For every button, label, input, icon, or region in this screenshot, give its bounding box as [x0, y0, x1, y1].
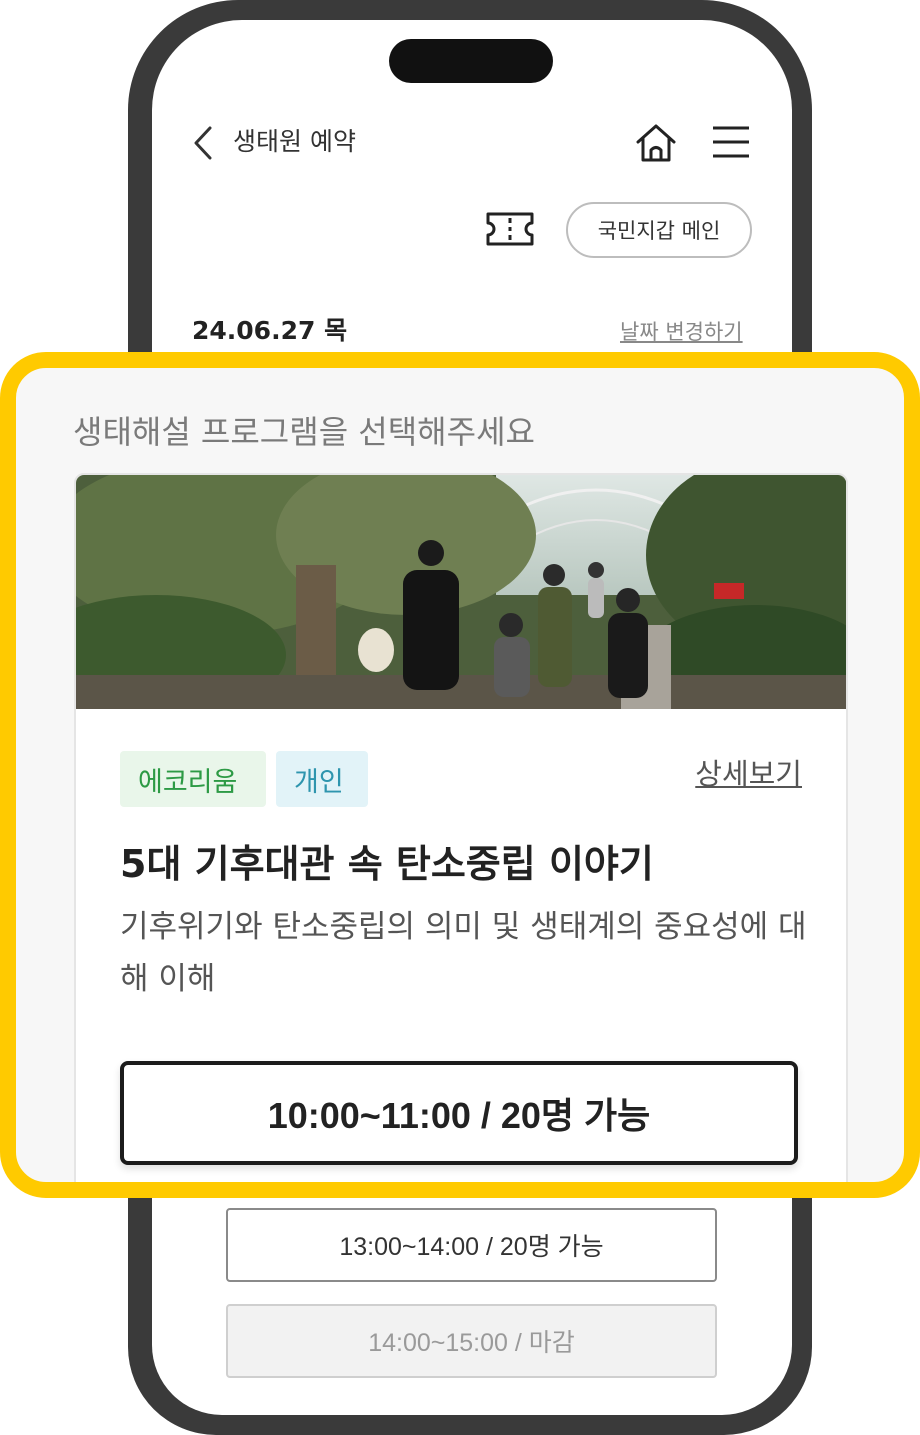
program-title: 5대 기후대관 속 탄소중립 이야기 — [120, 842, 654, 886]
phone-notch — [389, 39, 553, 83]
time-slot-button-closed: 14:00~15:00 / 마감 — [226, 1304, 717, 1378]
time-slot-button[interactable]: 13:00~14:00 / 20명 가능 — [226, 1208, 717, 1282]
detail-view-link[interactable]: 상세보기 — [695, 753, 802, 795]
time-slot-button-highlighted[interactable]: 10:00~11:00 / 20명 가능 — [120, 1061, 798, 1165]
home-icon[interactable] — [634, 122, 678, 164]
ticket-icon[interactable] — [485, 210, 535, 248]
section-heading: 생태해설 프로그램을 선택해주세요 — [73, 413, 535, 451]
tag-ecorium: 에코리움 — [120, 751, 266, 807]
change-date-link[interactable]: 날짜 변경하기 — [620, 317, 743, 347]
page-title: 생태원 예약 — [233, 127, 356, 156]
program-card: 에코리움 개인 상세보기 5대 기후대관 속 탄소중립 이야기 기후위기와 탄소… — [74, 473, 848, 1182]
selected-date: 24.06.27 목 — [192, 316, 348, 345]
highlight-callout: 생태해설 프로그램을 선택해주세요 에코리움 개인 상세보기 5대 기후대관 속… — [0, 352, 920, 1198]
program-photo — [76, 475, 846, 709]
back-arrow-icon[interactable] — [190, 124, 216, 162]
menu-icon[interactable] — [711, 124, 751, 160]
program-description: 기후위기와 탄소중립의 의미 및 생태계의 중요성에 대해 이해 — [120, 909, 807, 997]
wallet-main-button[interactable]: 국민지갑 메인 — [566, 202, 752, 258]
tag-personal: 개인 — [276, 751, 368, 807]
